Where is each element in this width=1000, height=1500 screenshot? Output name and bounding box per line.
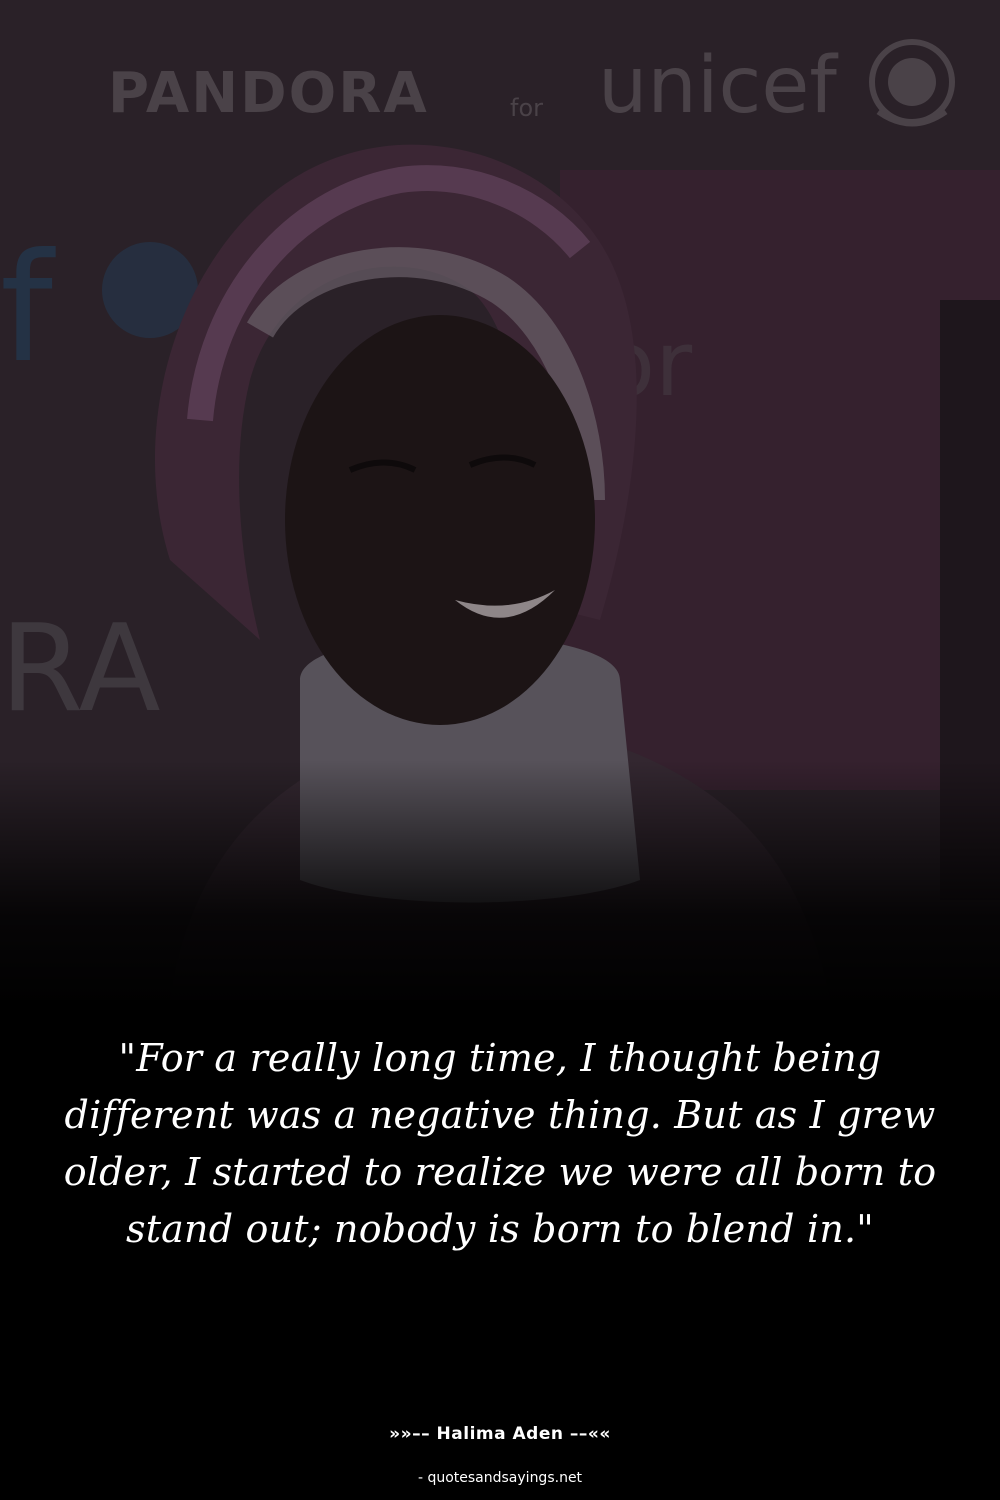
quote-text: "For a really long time, I thought being…	[63, 1036, 937, 1251]
source-credit: - quotesandsayings.net	[417, 1470, 583, 1486]
backdrop-partner-logo: unicef	[598, 41, 838, 131]
backdrop-brand-logo: PANDORA	[108, 61, 429, 126]
face	[285, 315, 595, 725]
backdrop-partial-logo-bottom: RA	[0, 600, 161, 739]
photo-fade-overlay	[0, 760, 1000, 1000]
quote-poster: PANDORA for unicef f RA or "For a really…	[0, 0, 1000, 1500]
portrait-photo: PANDORA for unicef f RA or	[0, 0, 1000, 1000]
backdrop-connector-text: for	[510, 94, 543, 122]
backdrop-partial-logo-top: f	[0, 222, 56, 396]
author-attribution: »»–– Halima Aden ––««	[389, 1424, 611, 1444]
